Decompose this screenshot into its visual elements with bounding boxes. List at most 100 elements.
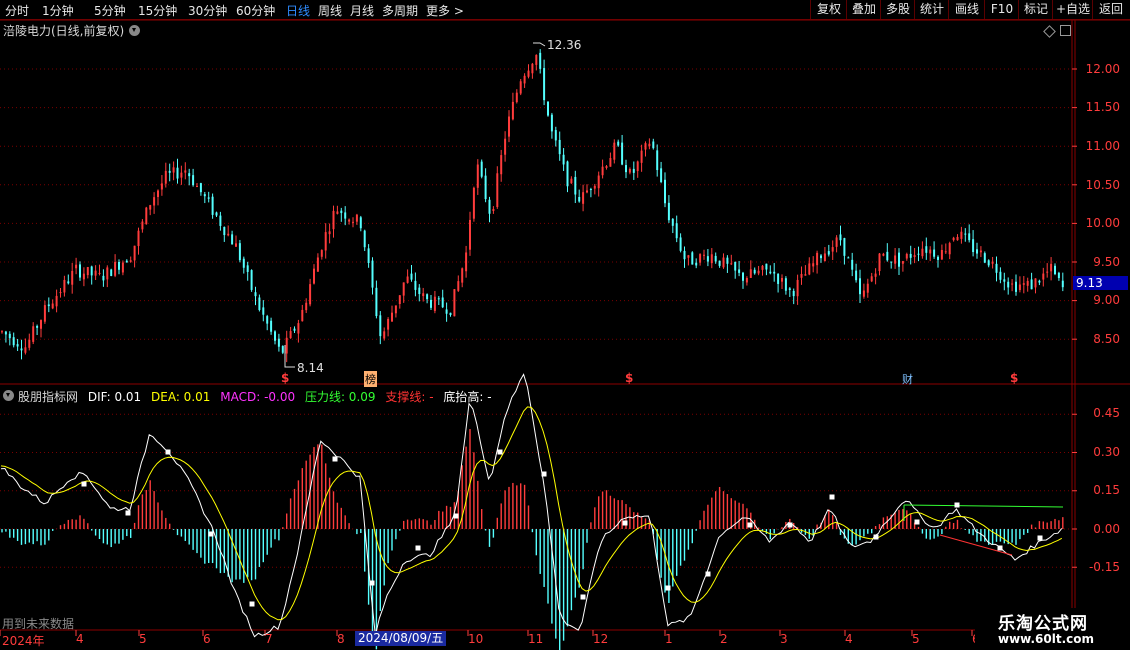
dividend-marker[interactable]: $ [281, 371, 289, 385]
signal-marker [453, 513, 459, 519]
date-label: 1 [665, 632, 673, 646]
ranking-marker[interactable]: 榜 [364, 371, 377, 387]
candle-body [1042, 273, 1045, 280]
candle-body [219, 215, 222, 226]
signal-marker [997, 545, 1003, 551]
candle-body [586, 190, 588, 193]
candle-body [753, 269, 756, 274]
candles [1, 49, 1064, 363]
candle-body [800, 273, 803, 278]
finance-marker[interactable]: 财 [902, 371, 913, 387]
candle-body [851, 259, 854, 270]
candle-body [24, 347, 27, 353]
candle-body [75, 264, 78, 269]
candle-body [937, 256, 939, 260]
candle-body [983, 253, 986, 263]
price-label-10: 10.00 [1085, 216, 1120, 230]
candle-body [535, 54, 538, 65]
candle-body [445, 309, 448, 314]
candle-body [667, 202, 670, 221]
high-price-label: 12.36 [547, 38, 582, 52]
candle-body [215, 212, 218, 216]
date-label: 3 [780, 632, 788, 646]
kline-chart[interactable] [0, 0, 1130, 650]
candle-body [558, 139, 561, 155]
candle-body [324, 232, 327, 251]
price-label-10-5: 10.50 [1085, 178, 1120, 192]
candle-body [515, 92, 518, 103]
candle-body [457, 281, 460, 291]
candle-body [43, 305, 46, 322]
date-label: 12 [593, 632, 609, 646]
candle-body [79, 264, 81, 278]
signal-marker [369, 580, 375, 586]
candle-body [901, 261, 904, 264]
indicator-name[interactable]: 股朋指标网 [18, 390, 78, 404]
candle-body [47, 304, 50, 307]
indicator-lines [0, 373, 1064, 638]
date-label: 6 [203, 632, 211, 646]
candle-body [277, 338, 280, 347]
price-label-8-5: 8.50 [1093, 332, 1120, 346]
candle-body [297, 323, 300, 334]
candle-body [63, 279, 66, 293]
candle-body [917, 253, 920, 255]
signal-marker [665, 585, 671, 591]
candle-body [316, 257, 319, 272]
macd-label-000: 0.00 [1093, 522, 1120, 536]
candle-body [418, 287, 421, 295]
candle-body [991, 261, 994, 264]
candle-body [86, 267, 89, 276]
candle-body [453, 289, 456, 317]
candle-body [816, 252, 819, 266]
candle-body [960, 231, 963, 239]
candle-body [523, 75, 526, 84]
date-label: 10 [468, 632, 484, 646]
candle-body [496, 173, 499, 207]
candle-body [422, 293, 425, 297]
candle-body [886, 251, 889, 261]
candle-body [999, 271, 1002, 280]
signal-marker [787, 522, 793, 528]
candle-body [675, 223, 678, 239]
candle-body [480, 161, 483, 177]
candle-body [777, 273, 780, 284]
candle-body [570, 178, 573, 184]
candle-body [691, 252, 694, 265]
candle-body [141, 221, 144, 230]
candle-body [67, 281, 70, 284]
dividend-marker[interactable]: $ [1010, 371, 1018, 385]
candle-body [4, 331, 7, 335]
candle-body [726, 257, 729, 264]
dif-value: DIF: 0.01 [87, 390, 142, 404]
candle-body [383, 331, 386, 339]
candle-body [293, 328, 296, 331]
candle-body [921, 248, 924, 257]
signal-marker [208, 531, 214, 537]
candle-body [597, 175, 600, 189]
candle-body [94, 270, 97, 276]
candle-body [554, 130, 557, 141]
candle-body [784, 278, 787, 291]
chevron-down-icon[interactable] [3, 390, 14, 401]
candle-body [398, 295, 401, 305]
candle-body [940, 249, 943, 260]
candle-body [890, 261, 893, 263]
candle-body [547, 101, 549, 116]
candle-body [660, 168, 663, 182]
candle-body [1054, 265, 1056, 275]
candle-body [402, 282, 405, 296]
candle-body [601, 166, 604, 176]
candle-body [987, 260, 990, 266]
candle-body [1034, 278, 1037, 288]
dividend-marker[interactable]: $ [625, 371, 633, 385]
price-label-11: 11.00 [1085, 139, 1120, 153]
candle-body [952, 237, 955, 241]
candle-body [855, 270, 858, 281]
candle-body [98, 272, 101, 274]
candle-body [1015, 281, 1017, 292]
candle-body [1003, 279, 1006, 282]
candle-body [227, 233, 230, 236]
candle-body [745, 278, 748, 283]
candle-body [199, 183, 202, 193]
